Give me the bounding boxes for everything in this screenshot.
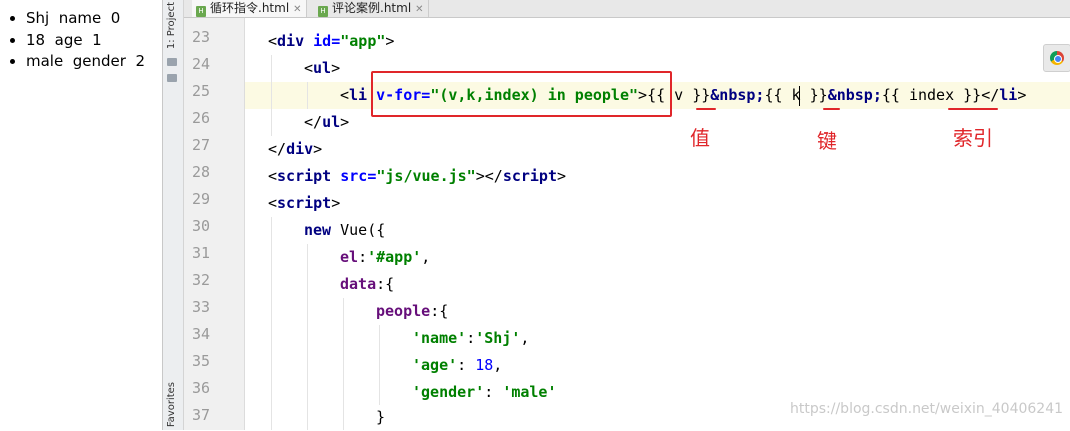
html-file-icon: H — [318, 6, 328, 17]
value-underline — [696, 108, 716, 110]
text-cursor — [799, 86, 800, 106]
folder-icon[interactable] — [167, 74, 177, 82]
code-line-33: people:{ — [376, 302, 449, 320]
indent-guide — [271, 217, 272, 430]
code-line-32: data:{ — [340, 275, 395, 293]
line-number: 24 — [191, 55, 210, 73]
result-item: 18 age 1 — [26, 30, 162, 52]
result-item: Shj name 0 — [26, 8, 162, 30]
chrome-browser-icon[interactable] — [1043, 44, 1070, 72]
code-line-23: <div id="app"> — [268, 32, 395, 50]
tool-window-strip: 1: Project Favorites — [163, 0, 184, 430]
key-annotation: 键 — [817, 129, 837, 153]
code-line-30: new Vue({ — [304, 221, 386, 239]
code-line-35: 'age': 18, — [412, 356, 503, 374]
line-number: 26 — [191, 109, 210, 127]
favorites-tool-button[interactable]: Favorites — [166, 382, 177, 427]
code-line-29: <script> — [268, 194, 341, 212]
indent-guide — [307, 82, 308, 109]
line-number: 35 — [191, 352, 210, 370]
code-line-36: 'gender': 'male' — [412, 383, 557, 401]
tab-comment-case[interactable]: H 评论案例.html ✕ — [314, 0, 429, 17]
project-tool-button[interactable]: 1: Project — [166, 2, 177, 49]
line-number: 29 — [191, 190, 210, 208]
line-number: 37 — [191, 406, 210, 424]
browser-preview: Shj name 0 18 age 1 male gender 2 — [0, 0, 163, 430]
code-line-27: </div> — [268, 140, 323, 158]
line-number: 28 — [191, 163, 210, 181]
indent-guide — [343, 298, 344, 430]
indent-guide — [271, 55, 272, 136]
watermark: https://blog.csdn.net/weixin_40406241 — [790, 401, 1064, 417]
structure-icon[interactable] — [167, 58, 177, 66]
chrome-center — [1054, 55, 1062, 63]
close-icon[interactable]: ✕ — [293, 4, 301, 15]
line-number: 36 — [191, 379, 210, 397]
key-underline — [823, 108, 840, 110]
tab-label: 循环指令.html — [210, 1, 290, 15]
code-line-31: el:'#app', — [340, 248, 431, 266]
line-number: 27 — [191, 136, 210, 154]
tab-label: 评论案例.html — [332, 1, 412, 15]
code-line-28: <script src="js/vue.js"></script> — [268, 167, 567, 185]
code-line-34: 'name':'Shj', — [412, 329, 530, 347]
indent-guide — [307, 244, 308, 430]
result-list: Shj name 0 18 age 1 male gender 2 — [0, 8, 162, 73]
line-number: 25 — [191, 82, 210, 100]
line-number: 32 — [191, 271, 210, 289]
code-line-24: <ul> — [304, 59, 341, 77]
value-annotation: 值 — [690, 126, 710, 150]
code-line-26: </ul> — [304, 113, 350, 131]
indent-guide — [379, 325, 380, 405]
index-annotation: 索引 — [953, 126, 993, 150]
index-underline — [948, 108, 998, 110]
editor-tab-bar: H 循环指令.html ✕ H 评论案例.html ✕ — [184, 0, 1070, 18]
html-file-icon: H — [196, 6, 206, 17]
v-for-highlight-box — [371, 71, 672, 117]
line-number: 23 — [191, 28, 210, 46]
line-number: 33 — [191, 298, 210, 316]
close-icon[interactable]: ✕ — [415, 4, 423, 15]
line-number: 34 — [191, 325, 210, 343]
line-number: 31 — [191, 244, 210, 262]
code-line-37: } — [376, 408, 386, 426]
line-number-gutter: 23 24 25 26 27 28 29 30 31 32 33 34 35 3… — [184, 18, 266, 430]
line-number: 30 — [191, 217, 210, 235]
result-item: male gender 2 — [26, 51, 162, 73]
tab-loop-directive[interactable]: H 循环指令.html ✕ — [192, 0, 307, 17]
